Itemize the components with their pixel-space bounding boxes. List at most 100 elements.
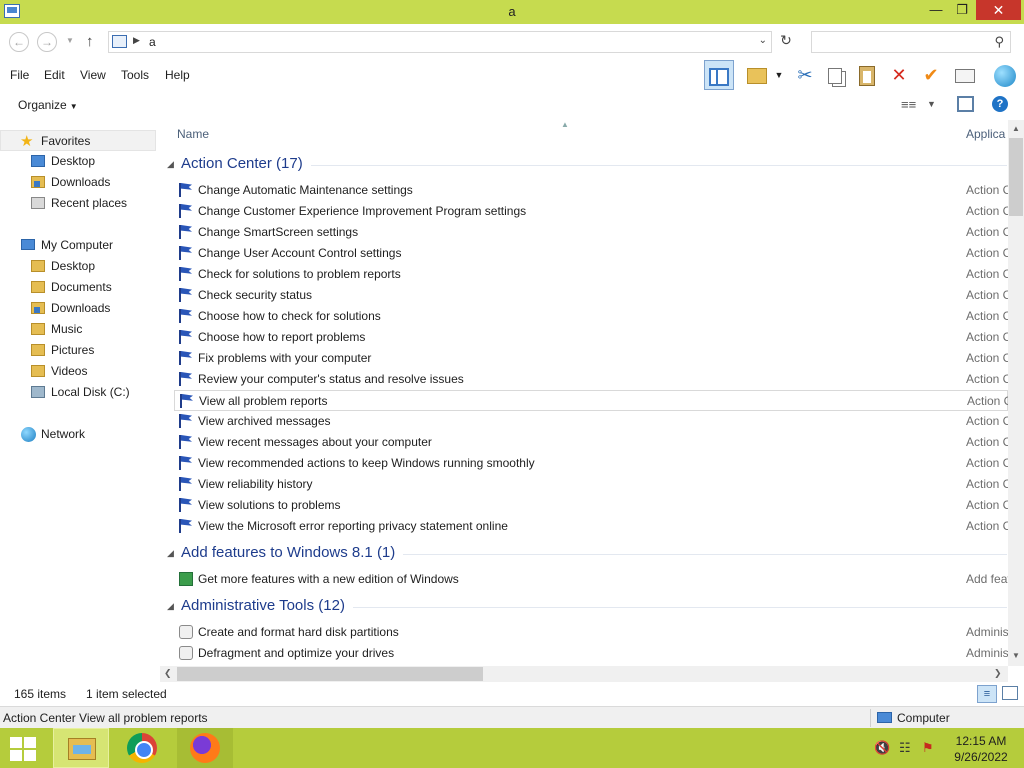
list-item[interactable]: Choose how to check for solutions Action …: [174, 306, 1008, 327]
list-item[interactable]: View recommended actions to keep Windows…: [174, 453, 1008, 474]
nav-fav-downloads[interactable]: Downloads: [0, 172, 156, 193]
minimize-button[interactable]: —: [923, 0, 949, 20]
volume-muted-icon[interactable]: 🔇: [874, 740, 890, 756]
hard-drive-icon: [31, 386, 45, 398]
menu-view[interactable]: View: [80, 68, 106, 82]
list-item[interactable]: Change Automatic Maintenance settings Act…: [174, 180, 1008, 201]
preview-pane-icon: [709, 68, 729, 87]
collapse-triangle-icon[interactable]: ◢: [167, 601, 174, 612]
action-center-flag-icon[interactable]: ⚑: [922, 740, 934, 756]
item-name: Change Automatic Maintenance settings: [198, 183, 413, 197]
menu-edit[interactable]: Edit: [44, 68, 65, 82]
taskbar-clock[interactable]: 12:15 AM 9/26/2022: [948, 733, 1014, 765]
column-header-application[interactable]: Applica: [966, 127, 1005, 141]
selection-count: 1 item selected: [86, 687, 167, 701]
nav-fav-recent[interactable]: Recent places: [0, 193, 156, 214]
large-icons-view-icon[interactable]: [1002, 686, 1018, 700]
nav-pc-desktop[interactable]: Desktop: [0, 256, 156, 277]
scroll-up-icon[interactable]: ▲: [1012, 124, 1020, 133]
chevron-down-icon[interactable]: ⌄: [759, 35, 767, 46]
group-header-administrative-tools[interactable]: ◢ Administrative Tools (12): [167, 596, 1007, 618]
preview-pane-button[interactable]: [704, 60, 734, 90]
vertical-scroll-thumb[interactable]: [1009, 138, 1023, 216]
scroll-down-icon[interactable]: ▼: [1012, 651, 1020, 660]
view-dropdown-icon[interactable]: ▼: [927, 99, 936, 109]
globe-button[interactable]: [990, 60, 1020, 90]
breadcrumb-arrow-icon[interactable]: ▶: [133, 35, 140, 46]
collapse-triangle-icon[interactable]: ◢: [167, 548, 174, 559]
list-item[interactable]: Check for solutions to problem reports Ac…: [174, 264, 1008, 285]
nav-pc-local-disk[interactable]: Local Disk (C:): [0, 382, 156, 403]
list-item[interactable]: Change User Account Control settings Acti…: [174, 243, 1008, 264]
collapse-triangle-icon[interactable]: ◢: [167, 159, 174, 170]
list-item[interactable]: Fix problems with your computer Action Ce…: [174, 348, 1008, 369]
copy-button[interactable]: [820, 60, 850, 90]
details-view-icon[interactable]: ≡: [977, 685, 997, 703]
delete-button[interactable]: ✕: [884, 60, 914, 90]
menu-help[interactable]: Help: [165, 68, 190, 82]
nav-pc-music[interactable]: Music: [0, 319, 156, 340]
list-item[interactable]: View solutions to problems Action Center: [174, 495, 1008, 516]
search-input[interactable]: ⚲: [811, 31, 1011, 53]
address-bar[interactable]: ▶ a ⌄: [108, 31, 772, 53]
scroll-left-icon[interactable]: ❮: [164, 668, 172, 679]
list-item[interactable]: View the Microsoft error reporting priva…: [174, 516, 1008, 537]
back-button[interactable]: ←: [9, 32, 29, 52]
taskbar-file-explorer[interactable]: [53, 728, 109, 768]
preview-pane-toggle-icon[interactable]: [957, 96, 974, 112]
column-header-name[interactable]: Name: [177, 127, 209, 141]
up-button[interactable]: ↑: [86, 33, 94, 50]
organize-button[interactable]: Organize ▼: [18, 98, 78, 112]
horizontal-scrollbar[interactable]: ❮ ❯: [160, 666, 1008, 682]
cut-button[interactable]: ✂: [790, 60, 820, 90]
properties-icon: [955, 69, 975, 84]
menu-file[interactable]: File: [10, 68, 29, 82]
properties-button[interactable]: [950, 60, 980, 90]
network-status-icon[interactable]: ☷: [899, 740, 911, 756]
nav-pc-documents[interactable]: Documents: [0, 277, 156, 298]
address-path[interactable]: a: [149, 35, 156, 49]
check-button[interactable]: ✔: [916, 60, 946, 90]
maximize-button[interactable]: ❐: [949, 0, 975, 20]
menu-tools[interactable]: Tools: [121, 68, 149, 82]
item-name: View recent messages about your computer: [198, 435, 432, 449]
list-item[interactable]: Review your computer's status and resolv…: [174, 369, 1008, 390]
close-button[interactable]: ✕: [976, 0, 1021, 20]
nav-favorites[interactable]: ★ Favorites: [0, 130, 156, 151]
list-item[interactable]: View reliability history Action Center: [174, 474, 1008, 495]
group-header-add-features[interactable]: ◢ Add features to Windows 8.1 (1): [167, 543, 1007, 565]
list-item[interactable]: View recent messages about your computer…: [174, 432, 1008, 453]
recent-locations-icon[interactable]: ▼: [66, 36, 74, 45]
nav-network[interactable]: Network: [0, 424, 156, 445]
list-item[interactable]: View archived messages Action Center: [174, 411, 1008, 432]
list-item[interactable]: Check security status Action Center: [174, 285, 1008, 306]
folder-options-dropdown[interactable]: ▼: [768, 60, 790, 90]
forward-button[interactable]: →: [37, 32, 57, 52]
vertical-scrollbar[interactable]: ▲ ▼: [1008, 120, 1024, 666]
start-button[interactable]: [10, 737, 37, 761]
nav-pc-pictures[interactable]: Pictures: [0, 340, 156, 361]
music-folder-icon: [31, 323, 45, 335]
group-header-action-center[interactable]: ◢ Action Center (17): [167, 154, 1007, 176]
list-item[interactable]: Change SmartScreen settings Action Center: [174, 222, 1008, 243]
list-item[interactable]: Create and format hard disk partitions Ad…: [174, 622, 1008, 643]
taskbar-firefox[interactable]: [177, 728, 233, 768]
search-icon[interactable]: ⚲: [994, 34, 1004, 50]
list-item[interactable]: Change Customer Experience Improvement P…: [174, 201, 1008, 222]
nav-fav-desktop[interactable]: Desktop: [0, 151, 156, 172]
paste-button[interactable]: [852, 60, 882, 90]
list-item-selected[interactable]: View all problem reports Action Center: [174, 390, 1008, 411]
list-item[interactable]: Get more features with a new edition of …: [174, 569, 1008, 590]
nav-my-computer[interactable]: My Computer: [0, 235, 156, 256]
help-icon[interactable]: ?: [992, 96, 1008, 112]
item-name: Change SmartScreen settings: [198, 225, 359, 239]
view-details-icon[interactable]: ≡≡: [901, 97, 916, 112]
list-item[interactable]: Defragment and optimize your drives Admin…: [174, 643, 1008, 664]
scroll-right-icon[interactable]: ❯: [994, 668, 1002, 679]
horizontal-scroll-thumb[interactable]: [177, 667, 483, 681]
nav-pc-downloads[interactable]: Downloads: [0, 298, 156, 319]
chrome-icon[interactable]: [127, 733, 157, 763]
refresh-button[interactable]: ↻: [776, 32, 796, 52]
nav-pc-videos[interactable]: Videos: [0, 361, 156, 382]
list-item[interactable]: Choose how to report problems Action Cent…: [174, 327, 1008, 348]
